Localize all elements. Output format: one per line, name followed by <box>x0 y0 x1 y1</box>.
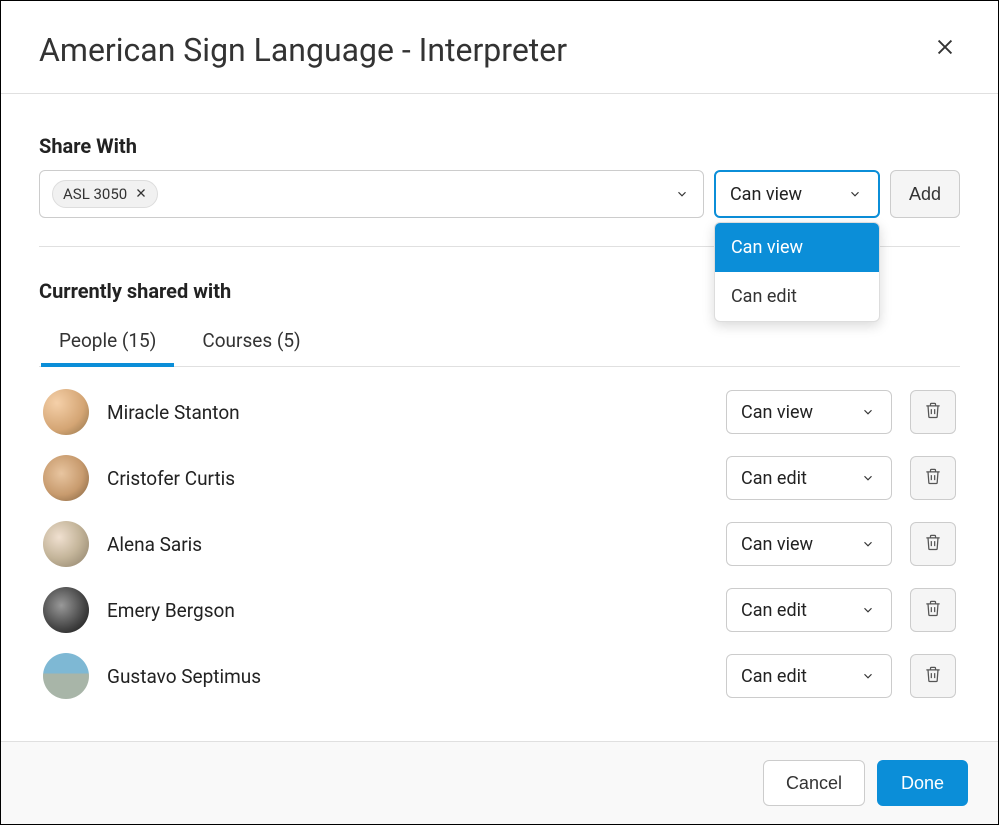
permission-selected-label: Can view <box>730 184 802 205</box>
add-button[interactable]: Add <box>890 170 960 218</box>
dialog-footer: Cancel Done <box>1 741 998 824</box>
person-name: Alena Saris <box>107 533 708 556</box>
delete-button[interactable] <box>910 522 956 566</box>
person-row: Miracle Stanton Can view <box>39 379 960 445</box>
person-name: Miracle Stanton <box>107 401 708 424</box>
chevron-down-icon <box>859 601 877 619</box>
chevron-down-icon <box>859 667 877 685</box>
tab-courses[interactable]: Courses (5) <box>198 319 304 366</box>
person-name: Emery Bergson <box>107 599 708 622</box>
chip-remove-icon[interactable] <box>135 185 147 203</box>
tab-people[interactable]: People (15) <box>55 319 160 366</box>
trash-icon <box>923 400 943 424</box>
chevron-down-icon <box>846 185 864 203</box>
person-row: Emery Bergson Can edit <box>39 577 960 643</box>
dialog-title: American Sign Language - Interpreter <box>39 31 567 69</box>
row-permission-label: Can edit <box>741 468 807 489</box>
chevron-down-icon <box>859 403 877 421</box>
person-name: Gustavo Septimus <box>107 665 708 688</box>
person-row: Alena Saris Can view <box>39 511 960 577</box>
dialog-content: Share With ASL 3050 Can view Can view Ca… <box>1 94 998 741</box>
row-permission-label: Can view <box>741 402 813 423</box>
delete-button[interactable] <box>910 588 956 632</box>
avatar <box>43 521 89 567</box>
trash-icon <box>923 664 943 688</box>
done-button[interactable]: Done <box>877 760 968 806</box>
trash-icon <box>923 598 943 622</box>
share-chip: ASL 3050 <box>52 180 158 208</box>
row-permission-select[interactable]: Can edit <box>726 654 892 698</box>
row-permission-select[interactable]: Can edit <box>726 588 892 632</box>
delete-button[interactable] <box>910 456 956 500</box>
dropdown-option-can-edit[interactable]: Can edit <box>715 272 879 321</box>
trash-icon <box>923 466 943 490</box>
chip-label: ASL 3050 <box>63 185 127 203</box>
people-list: Miracle Stanton Can view Cristofer Curti… <box>39 379 960 709</box>
avatar <box>43 455 89 501</box>
chevron-down-icon[interactable] <box>673 185 691 203</box>
row-permission-select[interactable]: Can view <box>726 522 892 566</box>
row-permission-label: Can edit <box>741 600 807 621</box>
avatar <box>43 587 89 633</box>
row-permission-label: Can view <box>741 534 813 555</box>
permission-select[interactable]: Can view Can view Can edit <box>714 170 880 218</box>
avatar <box>43 653 89 699</box>
person-row: Gustavo Septimus Can edit <box>39 643 960 709</box>
trash-icon <box>923 532 943 556</box>
close-icon[interactable] <box>930 32 960 68</box>
row-permission-label: Can edit <box>741 666 807 687</box>
share-with-input[interactable]: ASL 3050 <box>39 170 704 218</box>
dialog-header: American Sign Language - Interpreter <box>1 1 998 94</box>
avatar <box>43 389 89 435</box>
chevron-down-icon <box>859 469 877 487</box>
dropdown-option-can-view[interactable]: Can view <box>715 223 879 272</box>
share-with-label: Share With <box>39 134 960 158</box>
share-row: ASL 3050 Can view Can view Can edit Add <box>39 170 960 218</box>
person-row: Cristofer Curtis Can edit <box>39 445 960 511</box>
cancel-button[interactable]: Cancel <box>763 760 865 806</box>
delete-button[interactable] <box>910 654 956 698</box>
row-permission-select[interactable]: Can edit <box>726 456 892 500</box>
delete-button[interactable] <box>910 390 956 434</box>
permission-dropdown: Can view Can edit <box>714 222 880 322</box>
chevron-down-icon <box>859 535 877 553</box>
row-permission-select[interactable]: Can view <box>726 390 892 434</box>
tabs: People (15) Courses (5) <box>39 319 960 367</box>
person-name: Cristofer Curtis <box>107 467 708 490</box>
